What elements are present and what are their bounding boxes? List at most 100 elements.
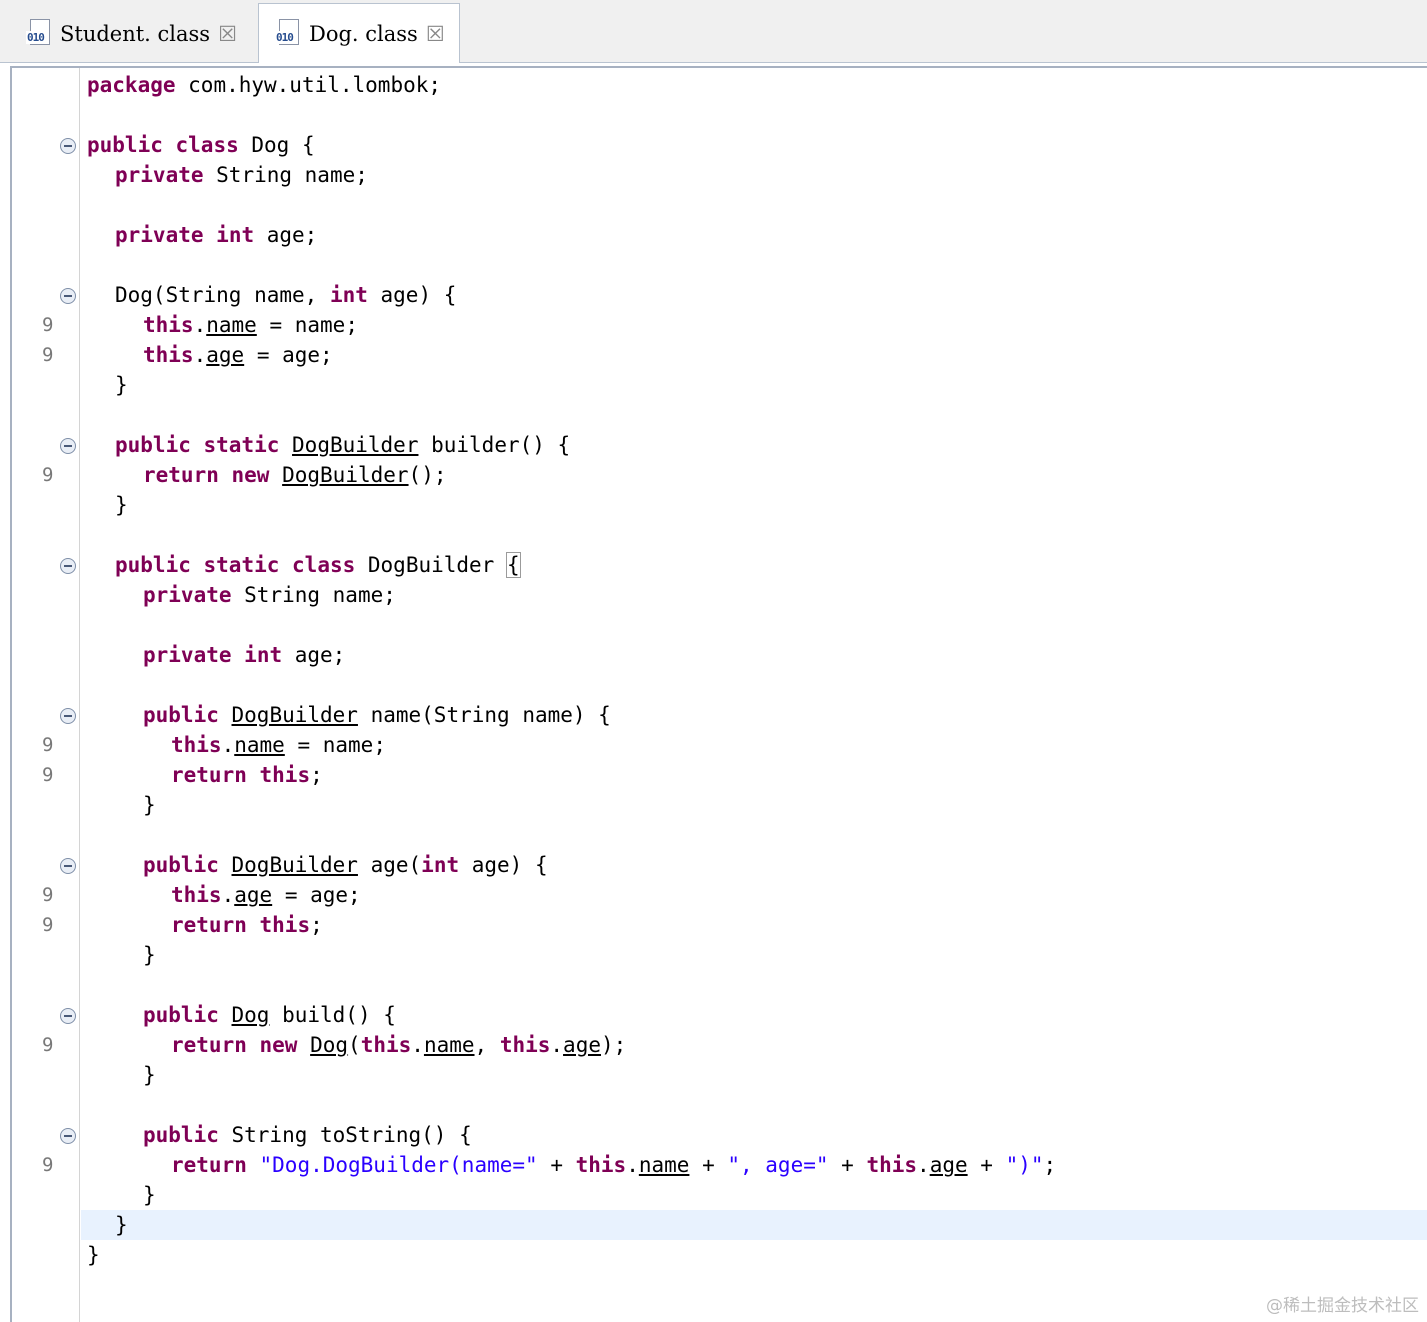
- code-line[interactable]: this.name = name;: [81, 310, 1427, 340]
- collapse-fold-icon[interactable]: [60, 288, 76, 304]
- code-line[interactable]: private int age;: [81, 640, 1427, 670]
- code-line[interactable]: public String toString() {: [81, 1120, 1427, 1150]
- code-line[interactable]: return new DogBuilder();: [81, 460, 1427, 490]
- code-token: ();: [408, 463, 447, 487]
- code-line[interactable]: [81, 250, 1427, 280]
- reference-token: DogBuilder: [231, 853, 358, 877]
- code-line[interactable]: [81, 400, 1427, 430]
- code-line[interactable]: }: [81, 490, 1427, 520]
- line-number: 9: [42, 1034, 54, 1056]
- code-line[interactable]: return this;: [81, 910, 1427, 940]
- keyword-token: this: [171, 883, 222, 907]
- keyword-token: public: [115, 433, 191, 457]
- code-line[interactable]: [81, 520, 1427, 550]
- collapse-fold-icon[interactable]: [60, 438, 76, 454]
- code-token: String name;: [231, 583, 396, 607]
- code-line[interactable]: [81, 1090, 1427, 1120]
- collapse-fold-icon[interactable]: [60, 858, 76, 874]
- code-token: ,: [474, 1033, 500, 1057]
- code-line[interactable]: [81, 100, 1427, 130]
- code-line[interactable]: return "Dog.DogBuilder(name=" + this.nam…: [81, 1150, 1427, 1180]
- keyword-token: public: [143, 1123, 219, 1147]
- collapse-fold-icon[interactable]: [60, 138, 76, 154]
- code-line[interactable]: public DogBuilder age(int age) {: [81, 850, 1427, 880]
- reference-token: age: [234, 883, 273, 907]
- reference-token: DogBuilder: [231, 703, 358, 727]
- line-number: 9: [42, 764, 54, 786]
- code-line[interactable]: }: [81, 370, 1427, 400]
- code-line[interactable]: }: [81, 1060, 1427, 1090]
- code-token: }: [143, 1183, 156, 1207]
- code-token: }: [143, 943, 156, 967]
- collapse-fold-icon[interactable]: [60, 1128, 76, 1144]
- code-token: }: [115, 373, 128, 397]
- editor-gutter: 9 9 9 9 9 9 9 9 9: [12, 68, 80, 1322]
- code-token: +: [689, 1153, 728, 1177]
- code-token: ;: [310, 913, 323, 937]
- code-line[interactable]: private int age;: [81, 220, 1427, 250]
- code-token: +: [967, 1153, 1006, 1177]
- reference-token: DogBuilder: [282, 463, 409, 487]
- code-token: }: [87, 1243, 100, 1267]
- code-line[interactable]: public DogBuilder name(String name) {: [81, 700, 1427, 730]
- code-area[interactable]: package com.hyw.util.lombok; public class…: [81, 68, 1427, 1322]
- keyword-token: public: [143, 1003, 219, 1027]
- code-token: builder() {: [418, 433, 571, 457]
- line-number: 9: [42, 884, 54, 906]
- code-line[interactable]: public Dog build() {: [81, 1000, 1427, 1030]
- keyword-token: private: [143, 583, 232, 607]
- code-line[interactable]: }: [81, 790, 1427, 820]
- reference-token: DogBuilder: [292, 433, 419, 457]
- code-token: com.hyw.util.lombok;: [175, 73, 442, 97]
- code-line[interactable]: }: [81, 1210, 1427, 1240]
- tab-dog-class[interactable]: 010 Dog. class ☒: [258, 3, 460, 63]
- line-number: 9: [42, 314, 54, 336]
- code-line[interactable]: return this;: [81, 760, 1427, 790]
- keyword-token: new: [231, 463, 270, 487]
- code-token: ;: [310, 763, 323, 787]
- collapse-fold-icon[interactable]: [60, 1008, 76, 1024]
- code-line[interactable]: [81, 820, 1427, 850]
- code-line[interactable]: this.age = age;: [81, 880, 1427, 910]
- code-line[interactable]: private String name;: [81, 580, 1427, 610]
- keyword-token: int: [216, 223, 255, 247]
- close-icon[interactable]: ☒: [218, 22, 237, 46]
- code-token: .: [193, 313, 207, 337]
- collapse-fold-icon[interactable]: [60, 558, 76, 574]
- code-line[interactable]: [81, 190, 1427, 220]
- tab-student-class[interactable]: 010 Student. class ☒: [14, 6, 254, 62]
- code-line[interactable]: this.name = name;: [81, 730, 1427, 760]
- code-line[interactable]: this.age = age;: [81, 340, 1427, 370]
- collapse-fold-icon[interactable]: [60, 708, 76, 724]
- code-line[interactable]: }: [81, 1240, 1427, 1270]
- code-token: age) {: [459, 853, 548, 877]
- code-line[interactable]: public class Dog {: [81, 130, 1427, 160]
- tab-label: Dog. class: [309, 21, 418, 46]
- code-line[interactable]: }: [81, 940, 1427, 970]
- code-line[interactable]: public static DogBuilder builder() {: [81, 430, 1427, 460]
- line-number: 9: [42, 734, 54, 756]
- keyword-token: private: [115, 163, 204, 187]
- code-line[interactable]: private String name;: [81, 160, 1427, 190]
- code-line[interactable]: [81, 970, 1427, 1000]
- keyword-token: return: [143, 463, 219, 487]
- code-token: .: [626, 1153, 639, 1177]
- code-token: .: [221, 883, 235, 907]
- keyword-token: class: [175, 133, 239, 157]
- code-line[interactable]: package com.hyw.util.lombok;: [81, 70, 1427, 100]
- code-line[interactable]: [81, 610, 1427, 640]
- code-line[interactable]: [81, 670, 1427, 700]
- line-number: 9: [42, 344, 54, 366]
- code-line[interactable]: }: [81, 1180, 1427, 1210]
- close-icon[interactable]: ☒: [426, 22, 445, 46]
- code-line[interactable]: return new Dog(this.name, this.age);: [81, 1030, 1427, 1060]
- keyword-token: class: [292, 553, 356, 577]
- code-line[interactable]: public static class DogBuilder {: [81, 550, 1427, 580]
- keyword-token: public: [143, 853, 219, 877]
- code-token: = age;: [244, 343, 333, 367]
- code-line[interactable]: Dog(String name, int age) {: [81, 280, 1427, 310]
- code-token: age(: [357, 853, 422, 877]
